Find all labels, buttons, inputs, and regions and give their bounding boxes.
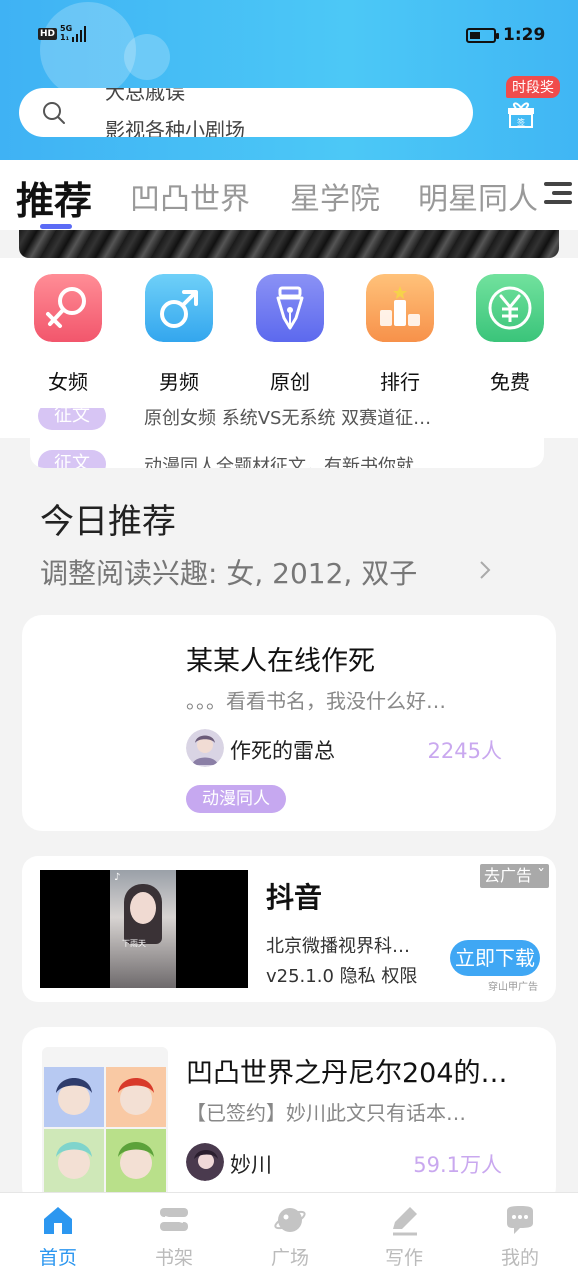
search-icon — [43, 102, 65, 124]
yuan-icon — [476, 274, 544, 342]
nav-write[interactable]: 写作 — [364, 1203, 444, 1270]
hd-indicator: HD — [38, 28, 58, 40]
ad-video-thumbnail[interactable]: ♪ 下雨天 — [40, 870, 248, 988]
author-avatar — [186, 1143, 224, 1181]
banner-carousel[interactable] — [19, 230, 559, 258]
signal-icon — [72, 26, 88, 42]
author-name: 作死的雷总 — [230, 739, 335, 763]
reader-count: 2245人 — [427, 739, 502, 763]
book-title: 凹凸世界之丹尼尔204的… — [186, 1058, 508, 1089]
category-male[interactable]: 男频 — [145, 274, 213, 395]
battery-icon — [466, 28, 499, 43]
category-original[interactable]: 原创 — [256, 274, 324, 395]
category-female[interactable]: 女频 — [34, 274, 102, 395]
category-label: 女频 — [48, 370, 88, 394]
notice-tag: 征文 — [38, 450, 106, 468]
category-label: 免费 — [490, 370, 530, 394]
category-tabs: 推荐 凹凸世界 星学院 明星同人 — [0, 160, 578, 230]
book-description: 。。。看看书名，我没什么好… — [186, 689, 446, 713]
search-placeholder-previous: 大总戚误 — [105, 88, 185, 104]
book-card[interactable]: 某某人在线作死 。。。看看书名，我没什么好… 作死的雷总 2245人 动漫同人 — [22, 615, 556, 831]
nav-label: 写作 — [384, 1247, 423, 1269]
network-type: 5G 1₁ — [60, 24, 73, 42]
nav-bookshelf[interactable]: 书架 — [134, 1203, 214, 1270]
nav-home[interactable]: 首页 — [18, 1203, 98, 1270]
notice-text: 动漫同人全题材征文，有新书你就… — [144, 456, 432, 468]
bottom-navigation: 首页 书架 广场 写作 我的 — [0, 1192, 578, 1280]
search-placeholder: 影视各种小剧场 — [105, 118, 245, 137]
daily-reward-button[interactable]: 时段奖 签 — [506, 76, 562, 136]
status-bar: HD 5G 1₁ 1:29 — [0, 20, 578, 52]
nav-label: 我的 — [500, 1247, 539, 1269]
book-cover — [42, 1047, 168, 1197]
notice-text: 原创女频 系统VS无系统 双赛道征… — [144, 408, 432, 429]
book-card[interactable]: 凹凸世界之丹尼尔204的… 【已签约】妙川此文只有话本… 妙川 59.1万人 — [22, 1027, 556, 1207]
pen-icon — [256, 274, 324, 342]
remove-ad-button[interactable]: 去广告 ˇ — [480, 864, 550, 888]
notice-tag: 征文 — [38, 408, 106, 430]
ad-app-name: 抖音 — [266, 881, 323, 914]
nav-label: 广场 — [270, 1247, 309, 1269]
reader-count: 59.1万人 — [413, 1153, 502, 1177]
ranking-icon — [366, 274, 434, 342]
female-icon — [34, 274, 102, 342]
download-button[interactable]: 立即下载 — [450, 940, 540, 976]
male-icon — [145, 274, 213, 342]
category-label: 排行 — [380, 370, 420, 394]
nav-label: 书架 — [154, 1247, 193, 1269]
tab-aotu-world[interactable]: 凹凸世界 — [130, 174, 250, 218]
notice-item[interactable]: 征文 原创女频 系统VS无系统 双赛道征… — [30, 408, 544, 432]
chevron-right-icon[interactable] — [478, 560, 492, 580]
tab-celebrity-fanfic[interactable]: 明星同人 — [418, 174, 538, 218]
section-title: 今日推荐 — [40, 502, 176, 542]
bookshelf-icon — [160, 1208, 188, 1231]
tab-menu-icon[interactable] — [540, 178, 576, 208]
book-cover — [42, 635, 168, 785]
gift-sign-label: 签 — [517, 117, 525, 127]
book-description: 【已签约】妙川此文只有话本… — [186, 1101, 466, 1125]
search-bar[interactable]: 大总戚误 影视各种小剧场 — [19, 88, 473, 137]
ad-video-frame: ♪ 下雨天 — [110, 870, 176, 988]
genre-tag[interactable]: 动漫同人 — [186, 785, 286, 813]
notice-ticker: 征文 原创女频 系统VS无系统 双赛道征… 征文 动漫同人全题材征文，有新书你就… — [30, 408, 544, 468]
ad-card[interactable]: ♪ 下雨天 抖音 北京微播视界科… v25.1.0 隐私 权限 去广告 ˇ 立即… — [22, 856, 556, 1002]
reading-interest-link[interactable]: 调整阅读兴趣: 女, 2012, 双子 — [40, 552, 417, 592]
pencil-icon — [393, 1207, 417, 1236]
ad-company: 北京微播视界科… — [266, 936, 410, 957]
nav-square[interactable]: 广场 — [250, 1203, 330, 1270]
planet-icon — [274, 1208, 306, 1232]
notice-item[interactable]: 征文 动漫同人全题材征文，有新书你就… — [30, 450, 544, 468]
reward-badge: 时段奖 — [506, 76, 560, 98]
ad-source: 穿山甲广告 — [488, 982, 538, 993]
book-title: 某某人在线作死 — [186, 646, 375, 677]
author-avatar — [186, 729, 224, 767]
tab-recommend[interactable]: 推荐 — [16, 170, 92, 225]
category-grid: 女频 男频 原创 排行 免费 — [0, 258, 578, 408]
category-label: 男频 — [159, 370, 199, 394]
category-label: 原创 — [270, 370, 310, 394]
top-header: HD 5G 1₁ 1:29 大总戚误 影视各种小剧场 时段奖 签 — [0, 0, 578, 160]
nav-label: 首页 — [38, 1247, 77, 1269]
chat-bubble-icon — [507, 1206, 533, 1234]
author-name: 妙川 — [230, 1153, 272, 1177]
category-ranking[interactable]: 排行 — [366, 274, 434, 395]
tab-star-academy[interactable]: 星学院 — [290, 174, 380, 218]
active-tab-indicator — [40, 224, 72, 229]
video-caption: 下雨天 — [122, 939, 146, 948]
nav-me[interactable]: 我的 — [480, 1203, 560, 1270]
ad-version-line[interactable]: v25.1.0 隐私 权限 — [266, 962, 417, 988]
tiktok-logo-icon: ♪ — [114, 872, 121, 883]
home-icon — [44, 1207, 72, 1234]
clock: 1:29 — [503, 25, 546, 45]
gift-icon: 签 — [508, 102, 534, 128]
category-free[interactable]: 免费 — [476, 274, 544, 395]
